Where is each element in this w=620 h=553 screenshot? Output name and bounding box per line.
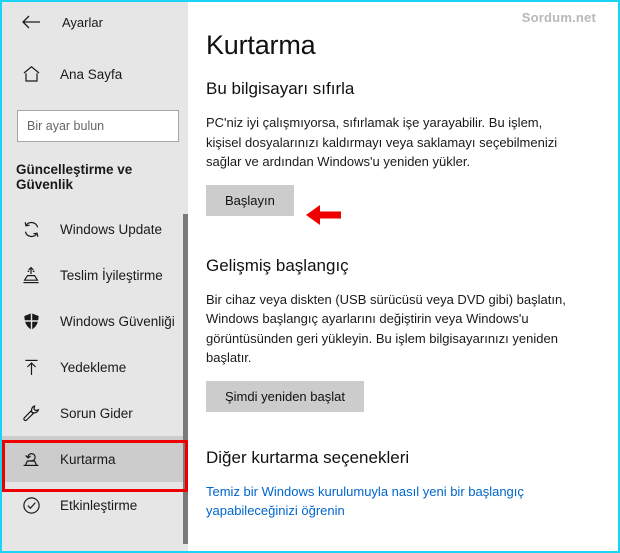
- sidebar-nav-list: Windows Update Teslim İyileştirme Window…: [2, 206, 188, 528]
- sidebar-item-windows-update-label: Windows Update: [60, 221, 163, 237]
- sidebar-item-delivery-optimization[interactable]: Teslim İyileştirme: [2, 252, 188, 298]
- sidebar-item-home-label: Ana Sayfa: [60, 66, 123, 82]
- shield-icon: [16, 312, 46, 331]
- selected-accent-bar: [2, 448, 5, 470]
- main-content: Sordum.net Kurtarma Bu bilgisayarı sıfır…: [188, 2, 618, 551]
- sidebar: Ayarlar Ana Sayfa Güncelleştirme ve Güve…: [2, 2, 188, 551]
- check-circle-icon: [16, 496, 46, 515]
- home-icon: [16, 65, 46, 83]
- title-bar: Ayarlar: [2, 2, 188, 42]
- window-title: Ayarlar: [62, 14, 103, 30]
- sidebar-item-home[interactable]: Ana Sayfa: [2, 52, 188, 96]
- sidebar-item-windows-security[interactable]: Windows Güvenliği: [2, 298, 188, 344]
- fresh-start-link[interactable]: Temiz bir Windows kurulumuyla nasıl yeni…: [206, 482, 566, 521]
- sidebar-item-backup-label: Yedekleme: [60, 359, 127, 375]
- back-arrow-icon[interactable]: [16, 7, 46, 37]
- sidebar-item-windows-security-label: Windows Güvenliği: [60, 313, 175, 329]
- sidebar-item-activation[interactable]: Etkinleştirme: [2, 482, 188, 528]
- get-started-button[interactable]: Başlayın: [206, 184, 294, 216]
- sidebar-item-backup[interactable]: Yedekleme: [2, 344, 188, 390]
- wrench-icon: [16, 404, 46, 423]
- sidebar-item-recovery-label: Kurtarma: [60, 451, 116, 467]
- sidebar-item-windows-update[interactable]: Windows Update: [2, 206, 188, 252]
- settings-window: Ayarlar Ana Sayfa Güncelleştirme ve Güve…: [0, 0, 620, 553]
- delivery-box-icon: [16, 266, 46, 285]
- restart-now-button[interactable]: Şimdi yeniden başlat: [206, 380, 364, 412]
- page-title: Kurtarma: [206, 30, 316, 60]
- section-body-advanced-startup: Bir cihaz veya diskten (USB sürücüsü vey…: [206, 291, 566, 366]
- watermark: Sordum.net: [521, 10, 596, 25]
- other-recovery-link-row: Temiz bir Windows kurulumuyla nasıl yeni…: [206, 482, 592, 521]
- search-input[interactable]: [27, 119, 188, 133]
- sidebar-category-heading: Güncelleştirme ve Güvenlik: [16, 162, 133, 192]
- sidebar-item-activation-label: Etkinleştirme: [60, 497, 138, 513]
- sidebar-item-recovery[interactable]: Kurtarma: [2, 436, 188, 482]
- sync-refresh-icon: [16, 220, 46, 239]
- sidebar-item-troubleshoot-label: Sorun Gider: [60, 405, 133, 421]
- section-body-reset-pc: PC'niz iyi çalışmıyorsa, sıfırlamak işe …: [206, 115, 558, 169]
- section-title-other-recovery-options: Diğer kurtarma seçenekleri: [206, 447, 410, 467]
- sidebar-item-troubleshoot[interactable]: Sorun Gider: [2, 390, 188, 436]
- search-box[interactable]: [17, 110, 188, 142]
- recovery-tray-icon: [16, 450, 46, 469]
- reset-button-row: Başlayın: [206, 184, 592, 216]
- section-title-reset-pc: Bu bilgisayarı sıfırla: [206, 79, 355, 98]
- restart-button-row: Şimdi yeniden başlat: [206, 380, 592, 412]
- sidebar-item-delivery-optimization-label: Teslim İyileştirme: [60, 267, 163, 283]
- upload-arrow-icon: [16, 358, 46, 377]
- section-title-advanced-startup: Gelişmiş başlangıç: [206, 255, 349, 275]
